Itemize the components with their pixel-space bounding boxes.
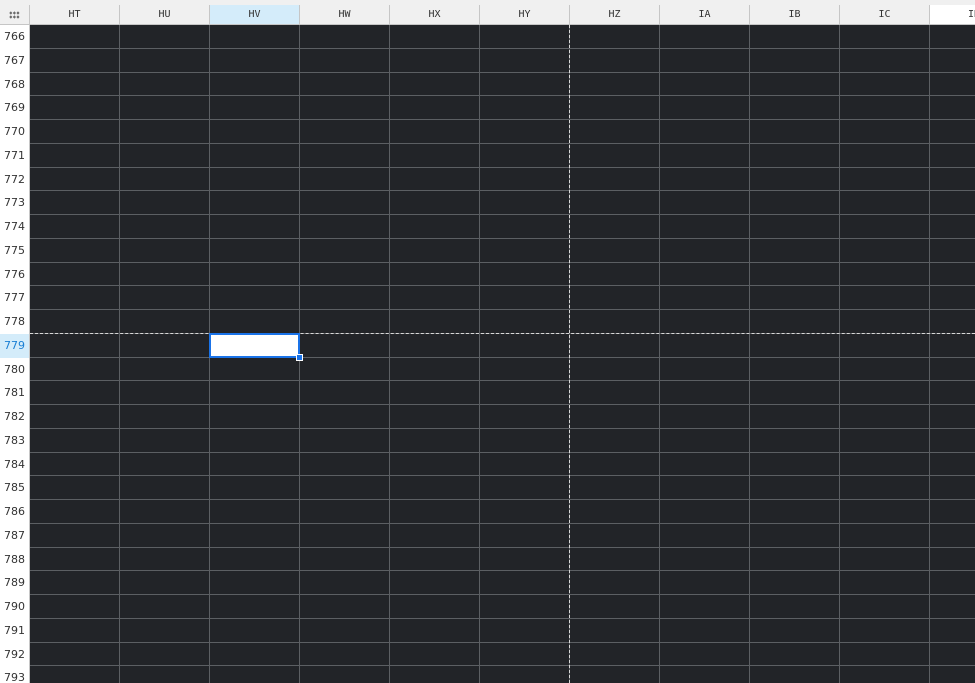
spreadsheet[interactable]: HTHUHVHWHXHYHZIAIBICID 76676776876977077… <box>0 0 975 683</box>
row-header-788[interactable]: 788 <box>0 547 30 572</box>
grid-row-line <box>30 570 975 572</box>
row-header-773[interactable]: 773 <box>0 191 30 215</box>
grid-row-line <box>30 119 975 120</box>
column-header-ib[interactable]: IB <box>750 5 840 24</box>
row-header-792[interactable]: 792 <box>0 642 30 667</box>
grid-column-line <box>119 25 120 683</box>
grid-row-line <box>30 404 975 405</box>
row-header-767[interactable]: 767 <box>0 48 30 73</box>
grid-row-line <box>30 190 975 192</box>
row-header-769[interactable]: 769 <box>0 96 30 120</box>
cell-grid[interactable] <box>30 25 975 683</box>
grid-row-line <box>30 665 975 667</box>
page-break-horizontal <box>30 332 975 334</box>
row-header-777[interactable]: 777 <box>0 286 30 310</box>
grid-row-line <box>30 142 975 144</box>
column-header-hx[interactable]: HX <box>390 5 480 24</box>
row-header-776[interactable]: 776 <box>0 262 30 287</box>
row-header-771[interactable]: 771 <box>0 143 30 168</box>
row-header-784[interactable]: 784 <box>0 452 30 477</box>
row-header-772[interactable]: 772 <box>0 167 30 192</box>
row-header-770[interactable]: 770 <box>0 120 30 144</box>
column-header-hy[interactable]: HY <box>480 5 570 24</box>
column-header-hu[interactable]: HU <box>120 5 210 24</box>
row-header-766[interactable]: 766 <box>0 25 30 49</box>
grid-row-line <box>30 166 975 168</box>
grid-column-line <box>929 25 930 683</box>
grid-row-line <box>30 47 975 49</box>
row-header-786[interactable]: 786 <box>0 500 30 524</box>
grid-row-line <box>30 95 975 97</box>
grid-row-line <box>30 427 975 429</box>
row-header-793[interactable]: 793 <box>0 666 30 683</box>
row-header-781[interactable]: 781 <box>0 381 30 405</box>
row-header-791[interactable]: 791 <box>0 618 30 643</box>
page-break-vertical <box>569 25 570 683</box>
grid-row-line <box>30 261 975 263</box>
grid-row-line <box>30 594 975 595</box>
row-header-768[interactable]: 768 <box>0 72 30 97</box>
column-header-id[interactable]: ID <box>930 5 975 24</box>
row-header-790[interactable]: 790 <box>0 595 30 619</box>
row-header-782[interactable]: 782 <box>0 405 30 429</box>
column-header-ht[interactable]: HT <box>30 5 120 24</box>
grid-row-line <box>30 617 975 619</box>
grid-dots <box>9 10 20 19</box>
grid-row-line <box>30 641 975 643</box>
row-header-779[interactable]: 779 <box>0 333 30 358</box>
grid-column-line <box>749 25 750 683</box>
active-cell[interactable] <box>209 332 300 358</box>
grid-row-line <box>30 475 975 477</box>
row-header-778[interactable]: 778 <box>0 310 30 334</box>
grid-row-line <box>30 237 975 239</box>
column-header-hw[interactable]: HW <box>300 5 390 24</box>
column-header-ic[interactable]: IC <box>840 5 930 24</box>
row-header-787[interactable]: 787 <box>0 523 30 548</box>
grid-column-line <box>479 25 480 683</box>
grid-row-line <box>30 380 975 382</box>
grid-row-line <box>30 285 975 287</box>
grid-row-line <box>30 499 975 500</box>
row-header-785[interactable]: 785 <box>0 476 30 500</box>
row-header-789[interactable]: 789 <box>0 571 30 595</box>
fill-handle[interactable] <box>296 353 303 361</box>
grid-column-line <box>659 25 660 683</box>
row-header-783[interactable]: 783 <box>0 428 30 453</box>
grid-row-line <box>30 356 975 358</box>
row-header-780[interactable]: 780 <box>0 357 30 382</box>
grid-row-line <box>30 71 975 73</box>
grid-row-line <box>30 214 975 215</box>
grid-row-line <box>30 309 975 310</box>
grid-column-line <box>839 25 840 683</box>
grid-row-line <box>30 451 975 453</box>
column-header-hz[interactable]: HZ <box>570 5 660 24</box>
grid-row-line <box>30 546 975 548</box>
select-all-grid-icon[interactable] <box>0 5 30 24</box>
row-header-775[interactable]: 775 <box>0 238 30 263</box>
column-header-hv[interactable]: HV <box>210 5 300 24</box>
grid-row-line <box>30 522 975 524</box>
row-header-774[interactable]: 774 <box>0 215 30 239</box>
grid-column-line <box>389 25 390 683</box>
column-header-ia[interactable]: IA <box>660 5 750 24</box>
